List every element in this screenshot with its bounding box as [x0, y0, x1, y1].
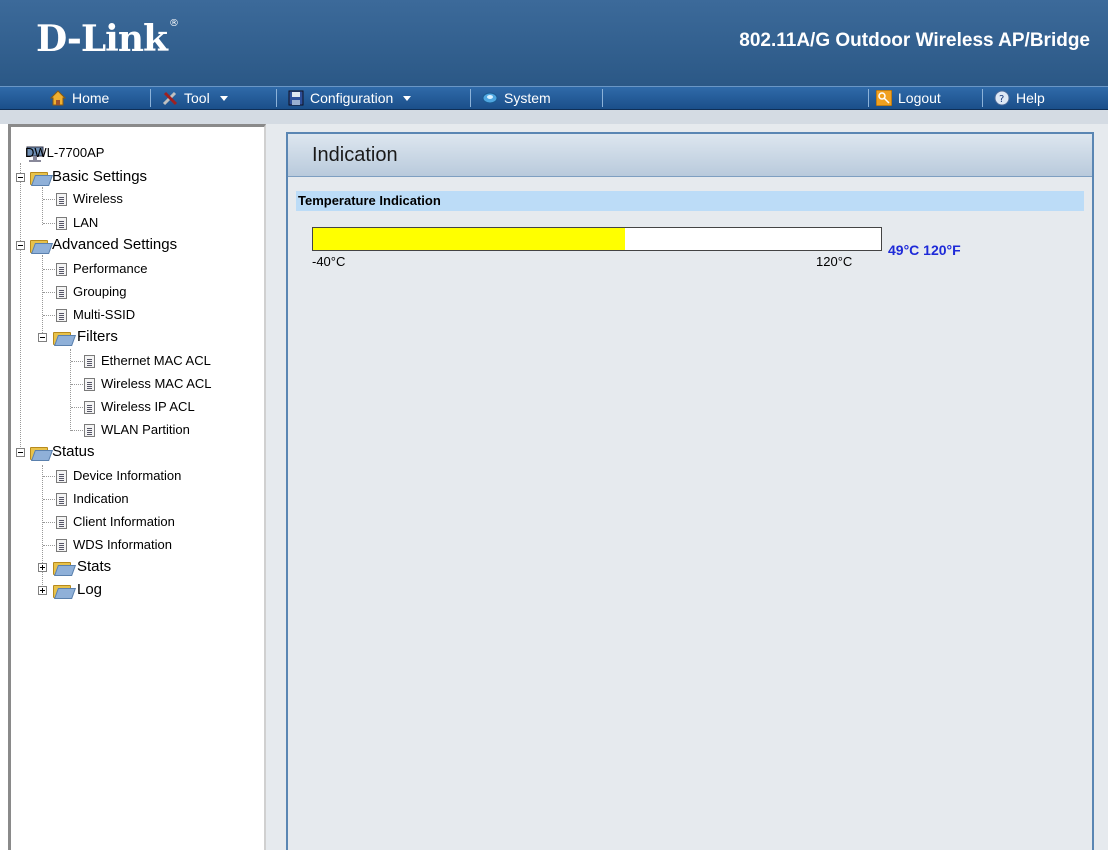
- page-icon: [84, 424, 95, 437]
- page-icon: [56, 309, 67, 322]
- help-icon: ?: [994, 90, 1010, 106]
- page-icon: [84, 401, 95, 414]
- folder-open-icon: [30, 238, 54, 254]
- save-disk-icon: [288, 90, 304, 106]
- page-icon: [56, 493, 67, 506]
- page-icon: [56, 263, 67, 276]
- menu-home[interactable]: Home: [44, 87, 109, 109]
- folder-open-icon: [53, 330, 77, 346]
- menu-help[interactable]: ? Help: [988, 87, 1045, 109]
- temperature-gauge-fill: [313, 228, 625, 250]
- page-icon: [56, 470, 67, 483]
- page-title: Indication: [312, 144, 398, 166]
- collapse-icon[interactable]: [16, 173, 25, 182]
- page-icon: [84, 355, 95, 368]
- expand-icon[interactable]: [38, 563, 47, 572]
- menu-system[interactable]: System: [476, 87, 551, 109]
- chevron-down-icon: [219, 95, 228, 101]
- svg-text:?: ?: [999, 94, 1004, 105]
- collapse-icon[interactable]: [16, 448, 25, 457]
- expand-icon[interactable]: [38, 586, 47, 595]
- menu-bar: Home Tool Configuration System Logout ?: [0, 86, 1108, 110]
- page-icon: [56, 286, 67, 299]
- tools-icon: [162, 90, 178, 106]
- page-icon: [56, 217, 67, 230]
- folder-closed-icon: [53, 583, 77, 599]
- folder-closed-icon: [53, 560, 77, 576]
- page-icon: [56, 193, 67, 206]
- navigation-tree: DWL-7700AP Basic Settings Wireless LAN A…: [8, 124, 266, 850]
- dlink-logo: D-Link ®: [36, 18, 179, 60]
- temperature-gauge: [312, 227, 882, 251]
- home-icon: [49, 90, 67, 106]
- section-header: Temperature Indication: [296, 191, 1084, 211]
- collapse-icon[interactable]: [38, 333, 47, 342]
- menu-logout-label: Logout: [898, 90, 941, 106]
- menu-tool-label: Tool: [184, 90, 210, 106]
- system-icon: [482, 90, 498, 106]
- menu-logout[interactable]: Logout: [870, 87, 941, 109]
- folder-open-icon: [30, 170, 54, 186]
- chevron-down-icon: [403, 95, 412, 101]
- menu-home-label: Home: [72, 90, 110, 106]
- menu-tool[interactable]: Tool: [156, 87, 228, 109]
- collapse-icon[interactable]: [16, 241, 25, 250]
- temperature-max-label: 120°C: [816, 254, 853, 269]
- indication-panel: Indication Temperature Indication -40°C …: [286, 132, 1094, 850]
- page-icon: [84, 378, 95, 391]
- section-title: Temperature Indication: [298, 193, 441, 208]
- page-title-bar: Indication: [288, 134, 1092, 177]
- menu-help-label: Help: [1016, 90, 1045, 106]
- temperature-reading: 49°C 120°F: [888, 242, 961, 258]
- temperature-min-label: -40°C: [312, 254, 346, 269]
- logout-icon: [875, 89, 893, 107]
- menu-system-label: System: [504, 90, 551, 106]
- folder-open-icon: [30, 445, 54, 461]
- main-content: Indication Temperature Indication -40°C …: [266, 124, 1108, 850]
- menu-configuration[interactable]: Configuration: [282, 87, 412, 109]
- toolbar-strip: [0, 110, 1108, 124]
- page-icon: [56, 516, 67, 529]
- menu-configuration-label: Configuration: [310, 90, 394, 106]
- page-icon: [56, 539, 67, 552]
- header-banner: D-Link ® 802.11A/G Outdoor Wireless AP/Br…: [0, 0, 1108, 87]
- device-title: 802.11A/G Outdoor Wireless AP/Bridge: [739, 30, 1090, 51]
